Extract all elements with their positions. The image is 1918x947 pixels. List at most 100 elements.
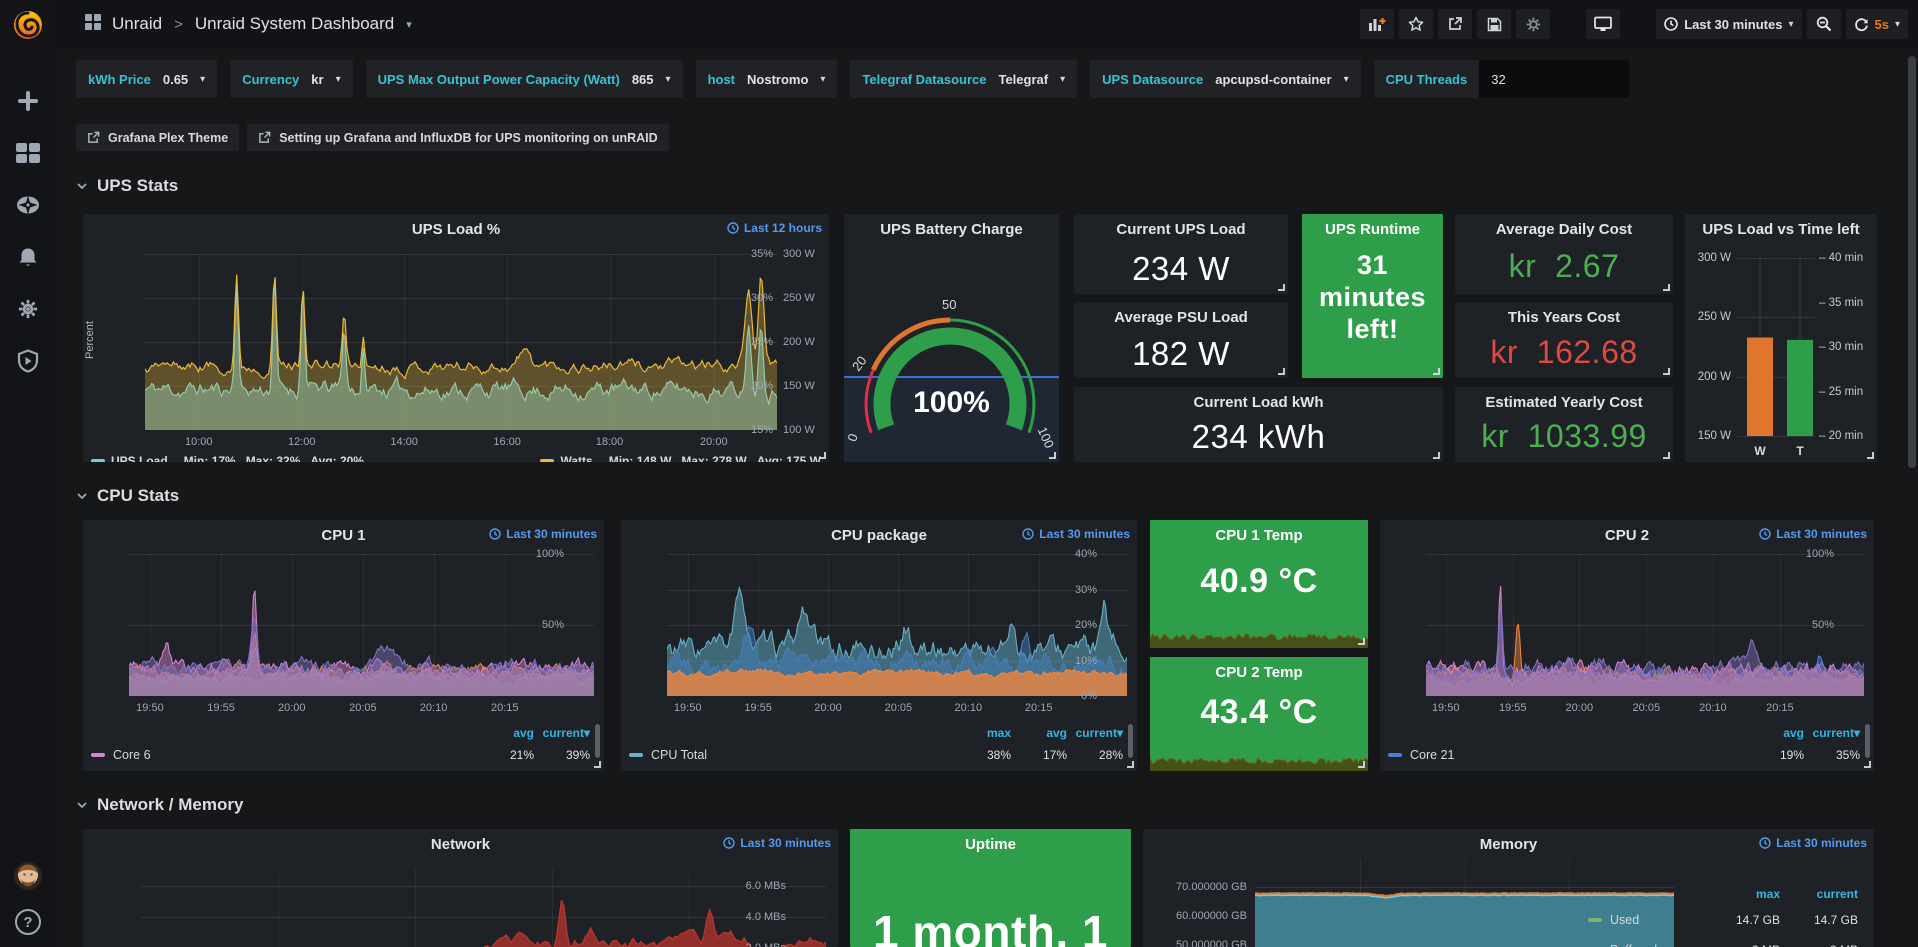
legend-scrollbar[interactable] (1865, 724, 1870, 758)
panel-title[interactable]: UPS Battery Charge (844, 221, 1059, 238)
variable-telegraf-datasource[interactable]: Telegraf DatasourceTelegraf▾ (850, 60, 1077, 98)
legend-series-name[interactable]: Core 23 (1388, 770, 1748, 771)
cycle-view-button[interactable] (1586, 9, 1620, 39)
panel-title[interactable]: CPU 1 Temp (1150, 527, 1368, 544)
resize-handle[interactable] (1663, 284, 1670, 291)
legend-column-current[interactable]: current▾ (1067, 726, 1123, 740)
resize-handle[interactable] (1663, 452, 1670, 459)
legend-scrollbar[interactable] (595, 724, 600, 758)
panel-title[interactable]: Uptime (850, 836, 1131, 853)
user-avatar[interactable] (11, 861, 45, 891)
legend-column-avg[interactable]: avg (478, 726, 534, 740)
panel-time-badge[interactable]: Last 30 minutes (1759, 527, 1867, 541)
legend-column-current[interactable]: current▾ (534, 726, 590, 740)
settings-button[interactable] (1516, 9, 1550, 39)
panel-title[interactable]: UPS Runtime (1302, 221, 1443, 238)
panel-title[interactable]: Average Daily Cost (1455, 221, 1673, 238)
resize-handle[interactable] (594, 761, 601, 768)
resize-handle[interactable] (1278, 284, 1285, 291)
variable-ups-datasource[interactable]: UPS Datasourceapcupsd-container▾ (1090, 60, 1360, 98)
legend-column-avg[interactable]: avg (1748, 726, 1804, 740)
variable-cpu-threads[interactable]: CPU Threads32 (1374, 60, 1630, 98)
panel-time-badge[interactable]: Last 12 hours (727, 221, 822, 235)
clock-icon (1664, 17, 1678, 31)
legend-column-current[interactable]: current (1780, 887, 1858, 901)
legend-column-avg[interactable]: avg (1011, 726, 1067, 740)
panel-title[interactable]: Current UPS Load (1074, 221, 1288, 238)
resize-handle[interactable] (1433, 452, 1440, 459)
dashboard-title[interactable]: Unraid System Dashboard (195, 14, 394, 34)
apps-grid-icon[interactable] (84, 13, 102, 36)
dashboard-link[interactable]: Setting up Grafana and InfluxDB for UPS … (247, 124, 668, 151)
panel-time-badge[interactable]: Last 30 minutes (489, 527, 597, 541)
section-cpu-stats[interactable]: CPU Stats (76, 486, 179, 506)
time-range-picker[interactable]: Last 30 minutes▾ (1656, 9, 1801, 39)
resize-handle[interactable] (819, 452, 826, 459)
title-caret-icon[interactable]: ▾ (406, 18, 412, 31)
resize-handle[interactable] (1049, 452, 1056, 459)
variable-kwh-price[interactable]: kWh Price0.65▾ (76, 60, 217, 98)
save-button[interactable] (1477, 9, 1511, 39)
zoom-out-button[interactable] (1807, 9, 1841, 39)
legend-series-name[interactable]: Core 6 (91, 748, 478, 762)
resize-handle[interactable] (1663, 368, 1670, 375)
variable-ups-max-output-power-capacity-watt-[interactable]: UPS Max Output Power Capacity (Watt)865▾ (366, 60, 683, 98)
resize-handle[interactable] (1433, 368, 1440, 375)
sidebar-item-alerting[interactable] (11, 242, 45, 272)
sidebar-item-server-admin[interactable] (11, 346, 45, 376)
panel-time-badge[interactable]: Last 30 minutes (1022, 527, 1130, 541)
panel-time-badge[interactable]: Last 30 minutes (1759, 836, 1867, 850)
panel-title[interactable]: CPU 2 Temp (1150, 664, 1368, 681)
help-icon[interactable]: ? (15, 909, 41, 935)
sidebar-item-dashboards[interactable] (11, 138, 45, 168)
variable-value-input[interactable]: 32 (1479, 60, 1629, 98)
dashboard-links-bar: Grafana Plex Theme Setting up Grafana and… (76, 124, 669, 151)
legend-series-name[interactable]: User (629, 770, 955, 771)
legend-value-max: 22% (955, 770, 1011, 771)
section-ups-stats[interactable]: UPS Stats (76, 176, 178, 196)
breadcrumb-folder[interactable]: Unraid (112, 14, 162, 34)
sidebar-item-explore[interactable] (11, 190, 45, 220)
resize-handle[interactable] (1867, 452, 1874, 459)
breadcrumb-separator: > (174, 16, 183, 33)
legend-series-name[interactable]: Core 7 (91, 770, 478, 771)
grafana-logo[interactable] (9, 6, 47, 44)
legend-series-name[interactable]: Used (1588, 913, 1702, 927)
sidebar-item-configuration[interactable] (11, 294, 45, 324)
sidebar-item-create[interactable] (11, 86, 45, 116)
legend-series-name[interactable]: Core 21 (1388, 748, 1748, 762)
legend-series-name[interactable]: CPU Total (629, 748, 955, 762)
legend-item[interactable]: UPS LoadMin: 17%Max: 32%Avg: 20% (91, 454, 364, 462)
panel-cpu-package: CPU package Last 30 minutes 40%30%20%10%… (621, 520, 1137, 771)
resize-handle[interactable] (1864, 761, 1871, 768)
panel-time-badge[interactable]: Last 30 minutes (723, 836, 831, 850)
resize-handle[interactable] (1358, 638, 1365, 645)
legend-item[interactable]: WattsMin: 148 WMax: 278 WAvg: 175 W (540, 454, 821, 462)
legend-column-current[interactable]: current▾ (1804, 726, 1860, 740)
legend-series-name[interactable]: Buffered (1588, 943, 1702, 947)
legend-column-max[interactable]: max (1702, 887, 1780, 901)
legend-column-max[interactable]: max (955, 726, 1011, 740)
panel-title[interactable]: UPS Load vs Time left (1685, 221, 1877, 238)
dashboard-link[interactable]: Grafana Plex Theme (76, 124, 239, 151)
legend-series-stats: Min: 148 WMax: 278 WAvg: 175 W (599, 454, 821, 462)
resize-handle[interactable] (1278, 368, 1285, 375)
resize-handle[interactable] (1127, 761, 1134, 768)
share-button[interactable] (1438, 9, 1472, 39)
panel-title[interactable]: Current Load kWh (1074, 394, 1443, 411)
resize-handle[interactable] (1358, 761, 1365, 768)
panel-title[interactable]: Estimated Yearly Cost (1455, 394, 1673, 411)
variable-currency[interactable]: Currencykr▾ (230, 60, 352, 98)
variable-host[interactable]: hostNostromo▾ (696, 60, 838, 98)
page-scrollbar[interactable] (1908, 56, 1916, 468)
panel-title[interactable]: This Years Cost (1455, 309, 1673, 326)
favorite-button[interactable] (1399, 9, 1433, 39)
refresh-button[interactable]: 5s▾ (1846, 9, 1909, 39)
axis-tick-label: 20:10 (955, 702, 983, 714)
legend-scrollbar[interactable] (1128, 724, 1133, 758)
panel-title[interactable]: Average PSU Load (1074, 309, 1288, 326)
panel-title[interactable]: UPS Load % (83, 221, 829, 238)
add-panel-button[interactable] (1360, 9, 1394, 39)
section-network-memory[interactable]: Network / Memory (76, 795, 243, 815)
refresh-icon (1854, 17, 1869, 32)
